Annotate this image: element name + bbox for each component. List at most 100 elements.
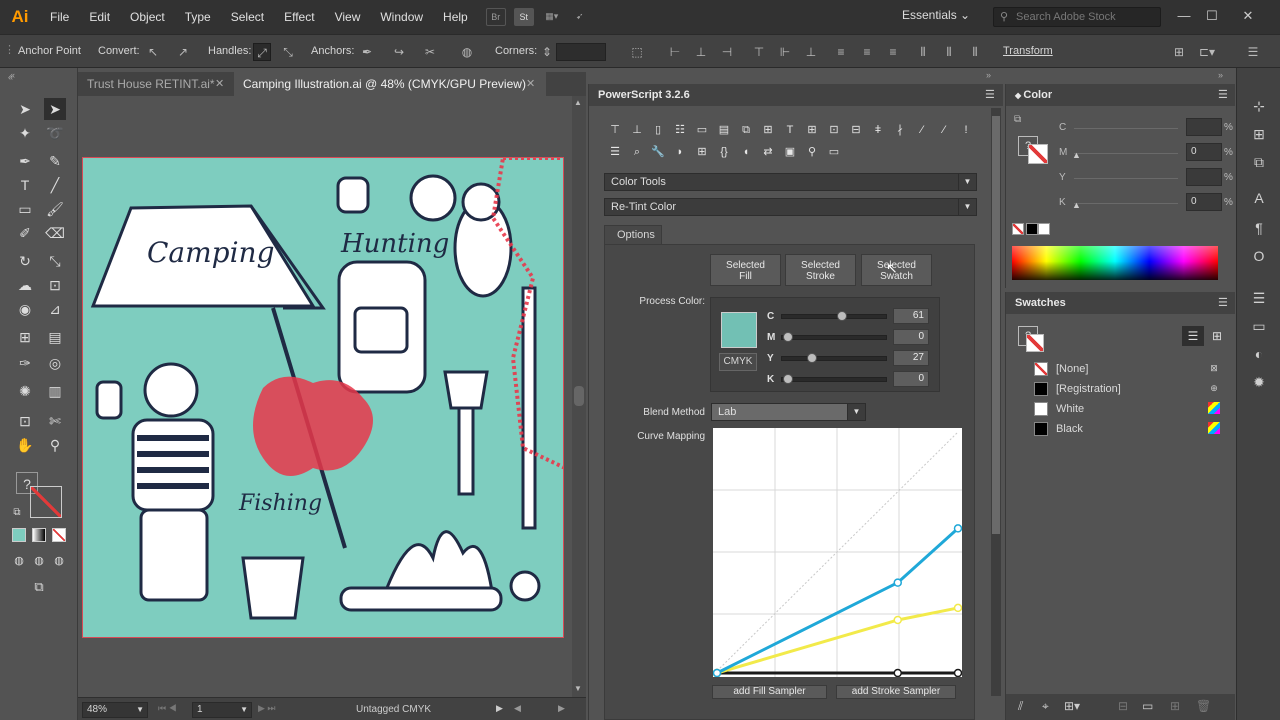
k-slider-knob[interactable]	[783, 374, 793, 384]
color-m-field[interactable]: 0	[1186, 143, 1222, 161]
menu-select[interactable]: Select	[221, 0, 274, 34]
distribute-hcenter-icon[interactable]: ⫴	[940, 43, 958, 61]
status-menu-icon[interactable]: ▶	[496, 703, 503, 714]
panel-menu-icon[interactable]: ☰	[1218, 88, 1228, 101]
arrange-documents-icon[interactable]: ▦▾	[542, 8, 562, 26]
color-mode-icon[interactable]	[12, 528, 26, 542]
default-colors-icon[interactable]: ⧉	[6, 502, 28, 524]
free-transform-tool-icon[interactable]: ⊡	[44, 274, 66, 296]
gradient-panel-icon[interactable]: ▭	[1249, 316, 1269, 336]
m-slider-triangle-icon[interactable]: ▲	[1072, 150, 1081, 160]
c-slider-track[interactable]	[781, 314, 887, 319]
k-slider-track[interactable]	[781, 377, 887, 382]
close-tab-icon[interactable]: ✕	[526, 72, 535, 96]
k-slider-triangle-icon[interactable]: ▲	[1072, 200, 1081, 210]
corners-stepper-icon[interactable]: ⇕	[538, 43, 556, 61]
curve-mapping-graph[interactable]	[712, 428, 963, 678]
swatch-none[interactable]: [None] ⊠	[1034, 359, 1224, 379]
align-hcenter-icon[interactable]: ⊥	[692, 43, 710, 61]
arrange-icon[interactable]: ⊞	[1170, 43, 1188, 61]
draw-behind-icon[interactable]: ◍	[28, 550, 50, 572]
next-page-icon[interactable]: ▶ ⏭	[258, 703, 276, 714]
blend-tool-icon[interactable]: ◎	[44, 352, 66, 374]
menu-file[interactable]: File	[40, 0, 79, 34]
new-group-icon[interactable]: ▭	[1142, 699, 1153, 713]
perspective-grid-tool-icon[interactable]: ⊿	[44, 298, 66, 320]
script-exclaim-icon[interactable]: !	[958, 122, 974, 138]
align-left-icon[interactable]: ⊢	[666, 43, 684, 61]
bridge-button[interactable]: Br	[485, 8, 506, 26]
color-k-slider[interactable]	[1074, 203, 1178, 204]
swatch-library-icon[interactable]: ⫽	[1018, 699, 1023, 714]
warp-tool-icon[interactable]: ☁	[14, 274, 36, 296]
stroke-none-icon[interactable]	[1026, 334, 1044, 352]
menu-help[interactable]: Help	[433, 0, 478, 34]
artboard-number-select[interactable]: 1 ▼	[192, 702, 252, 718]
slice-tool-icon[interactable]: ✄	[44, 410, 66, 432]
none-mode-icon[interactable]	[52, 528, 66, 542]
artboards-panel-icon[interactable]: ⊹	[1249, 96, 1269, 116]
stroke-swatch-icon[interactable]	[30, 486, 62, 518]
distribute-right-icon[interactable]: ⫴	[966, 43, 984, 61]
appearance-panel-icon[interactable]: ✹	[1249, 372, 1269, 392]
distribute-bottom-icon[interactable]: ≡	[884, 43, 902, 61]
menu-view[interactable]: View	[325, 0, 371, 34]
convert-smooth-icon[interactable]: ↗	[174, 43, 192, 61]
align-top-icon[interactable]: ⊤	[750, 43, 768, 61]
eraser-tool-icon[interactable]: ⌫	[44, 222, 66, 244]
scroll-down-icon[interactable]: ▼	[574, 684, 582, 693]
y-slider-track[interactable]	[781, 356, 887, 361]
curve-point-black-2[interactable]	[953, 668, 963, 678]
script-page-icon[interactable]: ◖	[738, 144, 754, 160]
menu-type[interactable]: Type	[175, 0, 221, 34]
script-grid-icon[interactable]: ⊞	[804, 122, 820, 138]
gradient-tool-icon[interactable]: ▤	[44, 326, 66, 348]
y-value-field[interactable]: 27	[893, 350, 929, 366]
artboard[interactable]: Camping Hunting Fishing	[82, 157, 564, 638]
first-page-icon[interactable]: ⏮ ◀	[158, 703, 177, 714]
paragraph-panel-icon[interactable]: ¶	[1249, 218, 1269, 238]
cut-path-icon[interactable]: ✂	[421, 43, 439, 61]
curve-point-blue-1[interactable]	[893, 578, 902, 587]
selected-fill-button[interactable]: Selected Fill	[710, 254, 781, 286]
convert-corner-icon[interactable]: ↖	[144, 43, 162, 61]
script-column-icon[interactable]: ▯	[650, 122, 666, 138]
script-columns-icon[interactable]: ▤	[716, 122, 732, 138]
script-text-icon[interactable]: T	[782, 122, 798, 138]
script-wrench-icon[interactable]: 🔧	[650, 144, 666, 160]
stock-button[interactable]: St	[513, 8, 534, 26]
show-handles-icon[interactable]: ⤢	[253, 43, 271, 61]
grid-view-icon[interactable]: ⊞	[1206, 326, 1228, 346]
scrollbar-thumb[interactable]	[574, 386, 584, 406]
selected-stroke-button[interactable]: Selected Stroke	[785, 254, 856, 286]
panel-expand-icon[interactable]: »	[986, 70, 991, 80]
minimize-button[interactable]: —	[1174, 6, 1194, 26]
transparency-panel-icon[interactable]: ◐	[1249, 344, 1269, 364]
add-fill-sampler-button[interactable]: add Fill Sampler	[712, 685, 827, 699]
script-matrix-icon[interactable]: ⊞	[694, 144, 710, 160]
script-tag-icon[interactable]: ◗	[672, 144, 688, 160]
c-slider-knob[interactable]	[837, 311, 847, 321]
tab-trust-house[interactable]: Trust House RETINT.ai* ✕	[78, 72, 230, 96]
gradient-mode-icon[interactable]	[32, 528, 46, 542]
isolate-icon[interactable]: ◍	[458, 43, 476, 61]
color-spectrum[interactable]	[1012, 246, 1218, 280]
pen-tool-icon[interactable]: ✒	[14, 150, 36, 172]
swatch-white[interactable]: White	[1034, 399, 1224, 419]
character-panel-icon[interactable]: A	[1249, 188, 1269, 208]
script-table-icon[interactable]: ⊞	[760, 122, 776, 138]
line-tool-icon[interactable]: ╱	[44, 174, 66, 196]
script-pin-icon[interactable]: ǂ	[870, 122, 886, 138]
align-vcenter-icon[interactable]: ⊩	[776, 43, 794, 61]
curve-point-black-1[interactable]	[893, 668, 902, 678]
swatch-options-icon[interactable]: ⊟	[1118, 699, 1128, 713]
add-stroke-sampler-button[interactable]: add Stroke Sampler	[836, 685, 956, 699]
color-k-field[interactable]: 0	[1186, 193, 1222, 211]
type-tool-icon[interactable]: T	[14, 174, 36, 196]
tool-dropdown[interactable]: Re-Tint Color ▼	[604, 198, 977, 216]
graph-tool-icon[interactable]: ▥	[44, 380, 66, 402]
hand-tool-icon[interactable]: ✋	[14, 434, 36, 456]
zoom-level-select[interactable]: 48% ▼	[82, 702, 148, 718]
mesh-tool-icon[interactable]: ⊞	[14, 326, 36, 348]
distribute-vcenter-icon[interactable]: ≡	[858, 43, 876, 61]
